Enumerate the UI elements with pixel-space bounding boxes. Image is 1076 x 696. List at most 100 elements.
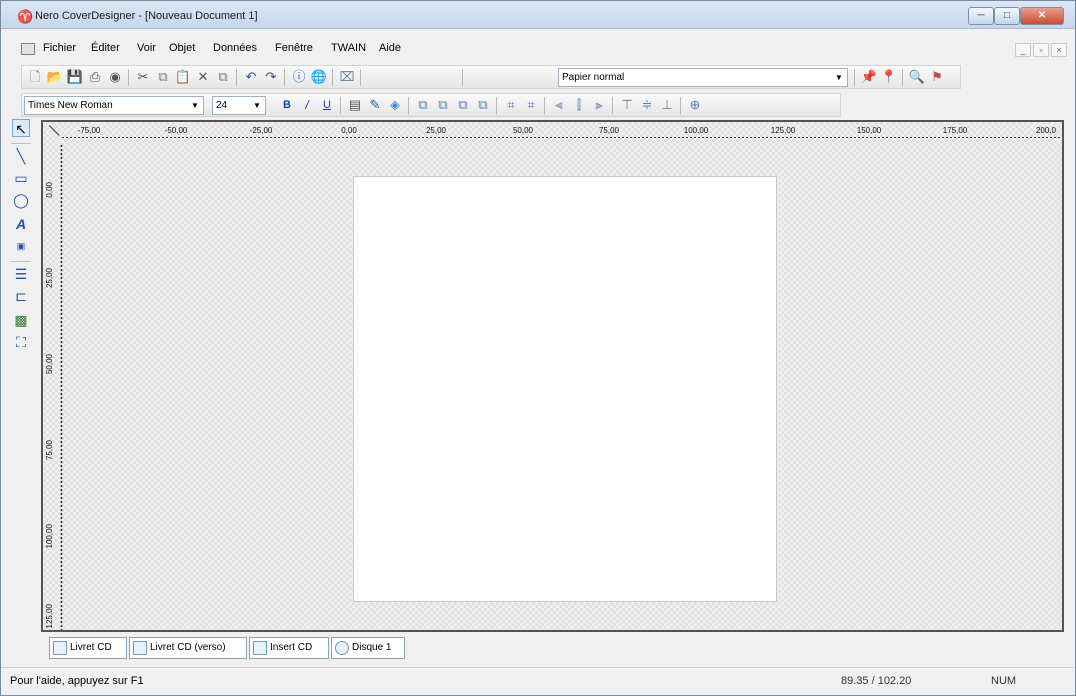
pointer-tool-icon[interactable]: ↖ xyxy=(12,119,30,137)
ruler-tick: 50,00 xyxy=(45,354,54,375)
web-icon[interactable]: 🌐 xyxy=(310,68,328,86)
cut-icon[interactable]: ✂ xyxy=(134,68,152,86)
menu-aide[interactable]: Aide xyxy=(379,42,401,54)
booklet-icon xyxy=(53,641,67,655)
group-icon[interactable]: ⧉ xyxy=(434,96,452,114)
send-back-icon[interactable]: ⧉ xyxy=(474,96,492,114)
align-right-icon[interactable]: ⫸ xyxy=(590,96,608,114)
close-button[interactable]: ✕ xyxy=(1020,7,1064,25)
menu-donnees[interactable]: Données xyxy=(213,42,257,54)
line-tool-icon[interactable]: ╲ xyxy=(12,147,30,165)
rectangle-tool-icon[interactable]: ▭ xyxy=(12,169,30,187)
delete-icon[interactable]: ✕ xyxy=(194,68,212,86)
center-page-icon[interactable]: ⊕ xyxy=(686,96,704,114)
bold-button[interactable]: B xyxy=(278,96,296,114)
ruler-tick: 100,00 xyxy=(683,126,709,135)
menu-voir[interactable]: Voir xyxy=(137,42,156,54)
vertical-ruler: 0,00 25,00 50,00 75,00 100,00 125,00 xyxy=(43,144,65,630)
design-canvas[interactable]: -75,00 -50,00 -25,00 0,00 25,00 50,00 75… xyxy=(41,120,1064,632)
text-frame-icon[interactable]: ▤ xyxy=(346,96,364,114)
fill-bucket-icon[interactable]: ◈ xyxy=(386,96,404,114)
document-icon[interactable] xyxy=(21,43,35,55)
align-objects-icon[interactable]: ⧉ xyxy=(414,96,432,114)
app-window: ♈ Nero CoverDesigner - [Nouveau Document… xyxy=(0,0,1076,696)
title-bar[interactable]: ♈ Nero CoverDesigner - [Nouveau Document… xyxy=(1,1,1075,29)
menu-fenetre[interactable]: Fenêtre xyxy=(275,42,313,54)
chevron-down-icon: ▼ xyxy=(253,101,261,110)
ruler-tick: 50,00 xyxy=(512,126,534,135)
ruler-tick: -25,00 xyxy=(249,126,273,135)
ruler-tick: 200,0 xyxy=(1035,126,1057,135)
ruler-tick: 175,00 xyxy=(942,126,968,135)
toolbar-separator xyxy=(236,69,237,86)
print-icon[interactable]: ⎙ xyxy=(86,68,104,86)
chevron-down-icon: ▼ xyxy=(835,73,843,82)
ruler-tick: 0,00 xyxy=(341,126,357,135)
mdi-minimize-button[interactable]: _ xyxy=(1015,43,1031,57)
pen-icon[interactable]: ✎ xyxy=(366,96,384,114)
center-icon[interactable]: ⌗ xyxy=(522,96,540,114)
crop-tool-icon[interactable]: ⛶ xyxy=(12,333,30,351)
align-bottom-icon[interactable]: ⊥ xyxy=(658,96,676,114)
align-vcenter-icon[interactable]: ≑ xyxy=(638,96,656,114)
status-help-text: Pour l'aide, appuyez sur F1 xyxy=(10,675,144,687)
font-size-select[interactable]: 24 ▼ xyxy=(212,96,266,115)
menu-twain[interactable]: TWAIN xyxy=(331,42,366,54)
save-icon[interactable]: 💾 xyxy=(66,68,84,86)
tree-tool-icon[interactable]: ⊏ xyxy=(12,287,30,305)
format-toolbar: Times New Roman ▼ 24 ▼ B / U ▤ ✎ ◈ ⧉ ⧉ ⧉… xyxy=(21,93,841,117)
ruler-tick: 125,00 xyxy=(45,604,54,629)
ruler-tick: 150,00 xyxy=(856,126,882,135)
copy-icon[interactable]: ⧉ xyxy=(154,68,172,86)
tab-disque-1[interactable]: Disque 1 xyxy=(331,637,405,659)
mdi-restore-button[interactable]: ▫ xyxy=(1033,43,1049,57)
horizontal-ruler: -75,00 -50,00 -25,00 0,00 25,00 50,00 75… xyxy=(43,122,1062,144)
align-hcenter-icon[interactable]: ⫿ xyxy=(570,96,588,114)
redo-icon[interactable]: ↷ xyxy=(262,68,280,86)
toolbar-separator xyxy=(902,69,903,86)
open-folder-icon[interactable]: 📂 xyxy=(46,68,64,86)
tab-livret-cd[interactable]: Livret CD xyxy=(49,637,127,659)
status-coordinates: 89.35 / 102.20 xyxy=(841,675,912,687)
scanner-icon[interactable]: ⌧ xyxy=(338,68,356,86)
same-size-icon[interactable]: ⌗ xyxy=(502,96,520,114)
italic-button[interactable]: / xyxy=(298,96,316,114)
maximize-button[interactable]: □ xyxy=(994,7,1020,25)
properties-icon[interactable]: ⚑ xyxy=(928,68,946,86)
ruler-tick: 75,00 xyxy=(598,126,620,135)
menu-objet[interactable]: Objet xyxy=(169,42,195,54)
mdi-close-button[interactable]: × xyxy=(1051,43,1067,57)
toolbar-separator xyxy=(680,97,681,114)
align-left-icon[interactable]: ⫷ xyxy=(550,96,568,114)
new-document-icon[interactable]: 🗋 xyxy=(26,68,44,86)
duplicate-icon[interactable]: ⧉ xyxy=(214,68,232,86)
bring-front-icon[interactable]: ⧉ xyxy=(454,96,472,114)
toolbar-separator xyxy=(340,97,341,114)
minimize-button[interactable]: ─ xyxy=(968,7,994,25)
toolbar-separator xyxy=(462,69,463,86)
ruler-tick: 125,00 xyxy=(770,126,796,135)
paste-icon[interactable]: 📋 xyxy=(174,68,192,86)
ellipse-tool-icon[interactable]: ◯ xyxy=(12,191,30,209)
tab-insert-cd[interactable]: Insert CD xyxy=(249,637,329,659)
tab-livret-cd-verso[interactable]: Livret CD (verso) xyxy=(129,637,247,659)
menu-editer[interactable]: Éditer xyxy=(91,42,120,54)
undo-icon[interactable]: ↶ xyxy=(242,68,260,86)
disc-print-icon[interactable]: ◉ xyxy=(106,68,124,86)
text-tool-icon[interactable]: A xyxy=(12,215,30,233)
menu-fichier[interactable]: Fichier xyxy=(43,42,76,54)
toolbar-separator xyxy=(128,69,129,86)
underline-button[interactable]: U xyxy=(318,96,336,114)
image-tool-icon[interactable]: ▩ xyxy=(12,311,30,329)
font-name-select[interactable]: Times New Roman ▼ xyxy=(24,96,204,115)
disc-icon xyxy=(335,641,349,655)
align-top-icon[interactable]: ⊤ xyxy=(618,96,636,114)
info-icon[interactable]: ⓘ xyxy=(290,68,308,86)
print-preview-icon[interactable]: 🔍 xyxy=(908,68,926,86)
list-tool-icon[interactable]: ☰ xyxy=(12,265,30,283)
cover-page[interactable] xyxy=(353,176,777,602)
paper-type-select[interactable]: Papier normal ▼ xyxy=(558,68,848,87)
field-tool-icon[interactable]: ▣ xyxy=(12,237,30,255)
pin-outline-icon[interactable]: 📍 xyxy=(880,68,898,86)
pin-icon[interactable]: 📌 xyxy=(860,68,878,86)
